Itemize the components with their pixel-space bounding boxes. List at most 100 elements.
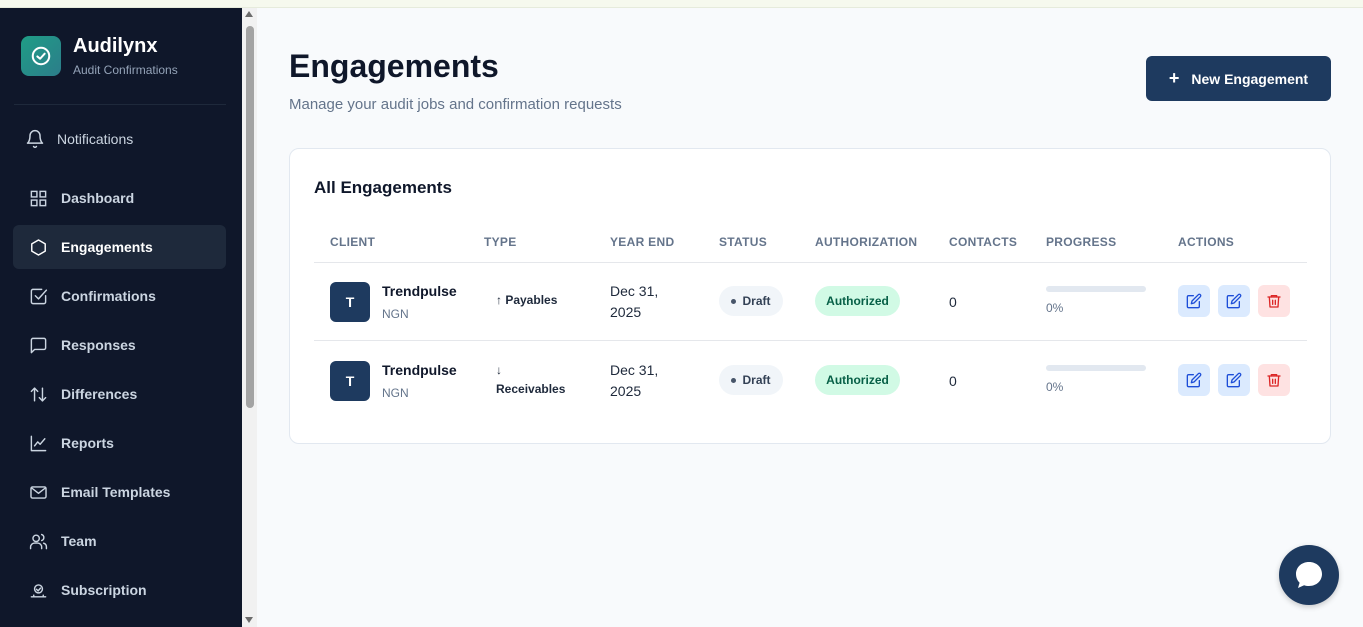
- status-badge: Draft: [719, 286, 783, 316]
- year-end-line: Dec 31,: [610, 362, 659, 378]
- client-currency: NGN: [382, 307, 409, 321]
- delete-button[interactable]: [1258, 364, 1290, 396]
- type-line: Receivables: [496, 382, 566, 396]
- engagements-card: All Engagements CLIENT TYPE YEAR END STA…: [289, 148, 1331, 444]
- contacts-count: 0: [949, 294, 957, 310]
- notifications-label: Notifications: [57, 131, 134, 147]
- sidebar-item-dashboard[interactable]: Dashboard: [13, 176, 226, 220]
- client-name[interactable]: Trendpulse: [382, 362, 457, 378]
- notifications-link[interactable]: Notifications: [25, 129, 133, 149]
- sidebar-divider: [14, 104, 226, 105]
- progress-label: 0%: [1046, 301, 1064, 315]
- subscription-icon: [30, 583, 47, 598]
- trash-icon: [1267, 374, 1281, 387]
- users-icon: [29, 533, 48, 549]
- status-dot-icon: [731, 377, 737, 383]
- line-chart-icon: [30, 435, 47, 451]
- table-row: T Trendpulse NGN ↓ Receivables Dec 31, 2…: [290, 341, 1332, 419]
- chat-bubble-icon: [1296, 562, 1322, 588]
- client-name[interactable]: Trendpulse: [382, 283, 457, 299]
- column-header-contacts: CONTACTS: [949, 235, 1018, 249]
- scroll-down-arrow-icon[interactable]: [245, 617, 253, 623]
- column-header-year-end: YEAR END: [610, 235, 675, 249]
- chat-widget-button[interactable]: [1279, 545, 1339, 605]
- avatar: T: [330, 282, 370, 322]
- grid-icon: [30, 190, 47, 206]
- year-end: Dec 31, 2025: [610, 281, 670, 323]
- brand[interactable]: Audilynx Audit Confirmations: [21, 36, 178, 77]
- page-title: Engagements: [289, 48, 499, 84]
- status-label: Draft: [742, 373, 771, 387]
- brand-subtitle: Audit Confirmations: [73, 63, 178, 77]
- status-badge: Draft: [719, 365, 783, 395]
- column-header-progress: PROGRESS: [1046, 235, 1117, 249]
- sidebar-item-label: Dashboard: [61, 190, 135, 206]
- sidebar-item-label: Subscription: [61, 582, 147, 598]
- scroll-up-arrow-icon[interactable]: [245, 11, 253, 17]
- sidebar-item-subscription[interactable]: Subscription: [13, 568, 226, 612]
- sidebar-item-reports[interactable]: Reports: [13, 421, 226, 465]
- sidebar-item-label: Reports: [61, 435, 114, 451]
- sidebar-item-label: Responses: [61, 337, 136, 353]
- arrows-up-down-icon: [30, 386, 47, 402]
- new-engagement-button[interactable]: + New Engagement: [1146, 56, 1331, 101]
- brand-name: Audilynx: [73, 35, 158, 57]
- mail-icon: [30, 485, 47, 499]
- edit-button[interactable]: [1218, 364, 1250, 396]
- authorization-badge: Authorized: [815, 286, 900, 316]
- sidebar-item-differences[interactable]: Differences: [13, 372, 226, 416]
- client-currency: NGN: [382, 386, 409, 400]
- sidebar: Audilynx Audit Confirmations Notificatio…: [0, 8, 242, 627]
- logo-check-icon: [21, 36, 61, 76]
- message-icon: [30, 337, 47, 353]
- sidebar-item-label: Email Templates: [61, 484, 171, 500]
- edit-icon: [1186, 293, 1202, 309]
- engagement-type: ↓ Receivables: [496, 361, 565, 399]
- engagement-type: ↑ Payables: [496, 291, 557, 310]
- year-end: Dec 31, 2025: [610, 360, 670, 402]
- sidebar-item-confirmations[interactable]: Confirmations: [13, 274, 226, 318]
- status-dot-icon: [731, 298, 737, 304]
- checkbox-icon: [30, 288, 48, 304]
- page-subtitle: Manage your audit jobs and confirmation …: [289, 96, 622, 113]
- progress-bar: [1046, 286, 1146, 292]
- type-line: ↓: [496, 363, 502, 377]
- trash-icon: [1267, 295, 1281, 308]
- year-end-line: Dec 31,: [610, 283, 659, 299]
- sidebar-item-team[interactable]: Team: [13, 519, 226, 563]
- authorization-badge: Authorized: [815, 365, 900, 395]
- hexagon-icon: [31, 238, 46, 256]
- column-header-status: STATUS: [719, 235, 768, 249]
- edit-icon: [1226, 372, 1242, 388]
- bell-icon: [26, 129, 44, 149]
- column-header-actions: ACTIONS: [1178, 235, 1235, 249]
- top-strip: [0, 0, 1363, 8]
- edit-icon: [1186, 372, 1202, 388]
- card-title: All Engagements: [314, 178, 452, 197]
- sidebar-item-responses[interactable]: Responses: [13, 323, 226, 367]
- sidebar-scrollbar[interactable]: [242, 8, 257, 627]
- edit-button[interactable]: [1218, 285, 1250, 317]
- sidebar-nav: Dashboard Engagements Confirmations Resp…: [13, 176, 226, 617]
- progress-bar: [1046, 365, 1146, 371]
- sidebar-item-label: Differences: [61, 386, 138, 402]
- sidebar-item-engagements[interactable]: Engagements: [13, 225, 226, 269]
- contacts-count: 0: [949, 373, 957, 389]
- column-header-authorization: AUTHORIZATION: [815, 235, 918, 249]
- plus-icon: +: [1168, 68, 1180, 88]
- delete-button[interactable]: [1258, 285, 1290, 317]
- year-end-line: 2025: [610, 304, 642, 320]
- new-engagement-label: New Engagement: [1191, 70, 1309, 87]
- column-header-client: CLIENT: [330, 235, 376, 249]
- edit-icon: [1226, 293, 1242, 309]
- edit-button[interactable]: [1178, 285, 1210, 317]
- year-end-line: 2025: [610, 383, 642, 399]
- progress-label: 0%: [1046, 380, 1064, 394]
- type-line: ↑ Payables: [496, 293, 558, 307]
- sidebar-item-email-templates[interactable]: Email Templates: [13, 470, 226, 514]
- sidebar-item-label: Engagements: [61, 239, 153, 255]
- edit-button[interactable]: [1178, 364, 1210, 396]
- scroll-thumb[interactable]: [246, 26, 254, 408]
- sidebar-item-label: Confirmations: [61, 288, 156, 304]
- status-label: Draft: [742, 294, 771, 308]
